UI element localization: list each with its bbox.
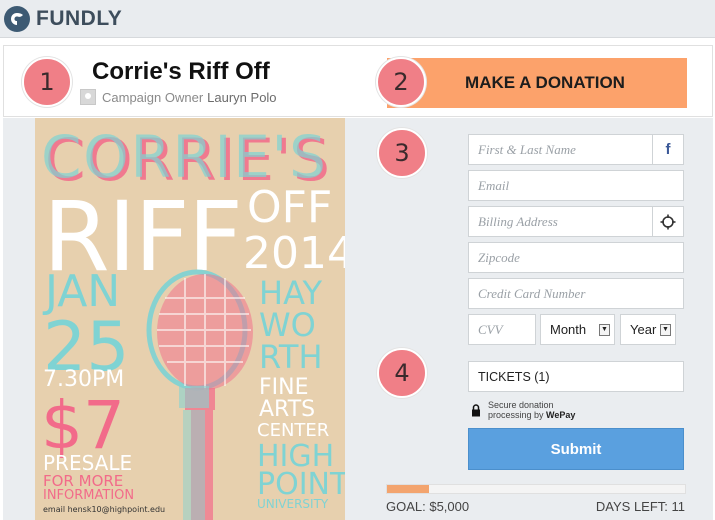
- name-placeholder: First & Last Name: [478, 141, 576, 157]
- poster-venue-8: UNIVERSITY: [257, 497, 329, 511]
- fundly-logo-text: FUNDLY: [36, 7, 123, 30]
- campaign-content: CORRIE'S CORRIE'S RIFF OFF 2014 JAN 25 7…: [3, 118, 713, 520]
- step-badge-4: 4: [377, 348, 427, 398]
- chevron-down-icon: ▼: [599, 324, 610, 336]
- month-label: Month: [550, 322, 587, 337]
- email-placeholder: Email: [478, 177, 510, 193]
- secure-line1: Secure donation: [488, 400, 554, 410]
- facebook-connect-button[interactable]: f: [652, 135, 683, 164]
- crosshair-icon: [660, 214, 676, 229]
- top-bar: FUNDLY: [0, 0, 715, 38]
- facebook-icon: f: [665, 141, 671, 158]
- make-donation-button[interactable]: MAKE A DONATION: [387, 58, 687, 108]
- year-label: Year: [630, 322, 657, 337]
- zipcode-field[interactable]: Zipcode: [468, 242, 684, 273]
- locate-button[interactable]: [652, 207, 683, 236]
- card-placeholder: Credit Card Number: [478, 285, 586, 301]
- poster-venue-2: RTH: [259, 338, 323, 376]
- lock-icon: [472, 403, 480, 416]
- poster-line3: OFF: [247, 182, 332, 233]
- funding-progress-fill: [387, 485, 429, 493]
- zip-placeholder: Zipcode: [478, 249, 520, 265]
- poster-more2: INFORMATION: [43, 488, 134, 503]
- campaign-poster-image: CORRIE'S CORRIE'S RIFF OFF 2014 JAN 25 7…: [35, 118, 345, 520]
- tickets-value: TICKETS (1): [478, 369, 550, 384]
- poster-venue-5: CENTER: [257, 420, 329, 441]
- fundly-logo[interactable]: FUNDLY: [4, 6, 122, 32]
- fundly-logo-icon: [4, 6, 30, 32]
- step-badge-2: 2: [376, 57, 426, 107]
- owner-name[interactable]: Lauryn Polo: [207, 90, 276, 105]
- days-left-text: DAYS LEFT: 11: [595, 499, 685, 514]
- goal-text: GOAL: $5,000: [386, 499, 470, 514]
- campaign-title: Corrie's Riff Off: [92, 58, 270, 85]
- secure-line2: processing by: [488, 410, 544, 420]
- email-field[interactable]: Email: [468, 170, 684, 201]
- name-field[interactable]: First & Last Name f: [468, 134, 684, 165]
- year-select[interactable]: Year ▼: [620, 314, 676, 345]
- funding-progress-bar: [386, 484, 686, 494]
- campaign-header: 1 Corrie's Riff Off Campaign Owner Laury…: [3, 45, 713, 117]
- step-badge-3: 3: [377, 128, 427, 178]
- poster-email: email hensk10@highpoint.edu: [43, 505, 165, 514]
- owner-label: Campaign Owner: [102, 89, 204, 105]
- chevron-down-icon: ▼: [660, 324, 671, 336]
- campaign-owner: Campaign Owner Lauryn Polo: [80, 89, 277, 105]
- cvv-field[interactable]: CVV: [468, 314, 536, 345]
- wepay-brand: WePay: [546, 410, 576, 420]
- cvv-placeholder: CVV: [478, 321, 503, 337]
- month-select[interactable]: Month ▼: [540, 314, 615, 345]
- secure-notice: Secure donation processing by WePay: [471, 400, 575, 420]
- step-badge-1: 1: [22, 57, 72, 107]
- billing-address-field[interactable]: Billing Address: [468, 206, 684, 237]
- poster-venue-4: ARTS: [259, 397, 315, 422]
- poster-year: 2014: [243, 228, 345, 279]
- tickets-select[interactable]: TICKETS (1): [468, 361, 684, 392]
- billing-placeholder: Billing Address: [478, 213, 558, 229]
- credit-card-field[interactable]: Credit Card Number: [468, 278, 684, 309]
- submit-button[interactable]: Submit: [468, 428, 684, 470]
- owner-avatar-icon: [80, 89, 96, 105]
